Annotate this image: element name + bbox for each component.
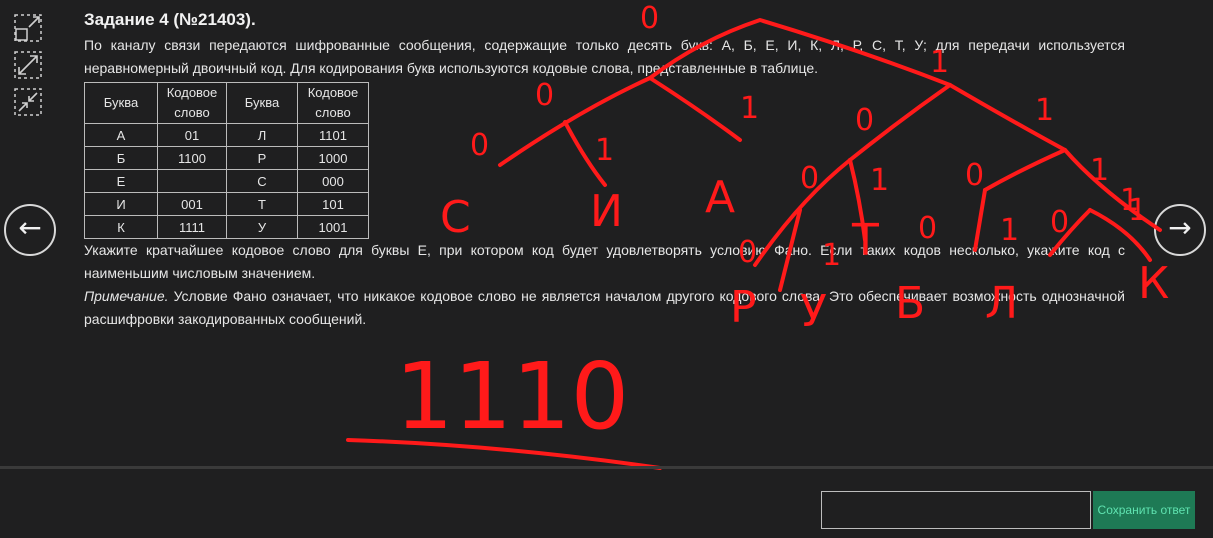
arrow-left-icon: ← xyxy=(18,211,42,244)
code-table: Буква Кодовое слово Буква Кодовое слово … xyxy=(84,82,369,239)
table-header-row: Буква Кодовое слово Буква Кодовое слово xyxy=(84,82,369,124)
resize-icon[interactable] xyxy=(14,51,42,79)
table-cell: Т xyxy=(226,192,298,216)
expand-icon[interactable] xyxy=(14,14,42,42)
table-cell: 1111 xyxy=(157,215,227,239)
handwritten-answer: 1110 xyxy=(395,343,629,450)
table-cell: К xyxy=(84,215,158,239)
footer-divider xyxy=(0,466,1213,469)
table-cell: Р xyxy=(226,146,298,170)
task-note: Примечание. Условие Фано означает, что н… xyxy=(84,285,1125,331)
table-cell: 101 xyxy=(297,192,369,216)
task-content: Задание 4 (№21403). По каналу связи пере… xyxy=(84,10,1125,331)
note-label: Примечание. xyxy=(84,288,169,304)
toolbar xyxy=(14,14,46,125)
answer-input[interactable] xyxy=(821,491,1091,529)
table-cell: 1001 xyxy=(297,215,369,239)
table-cell: 1101 xyxy=(297,123,369,147)
tree-label: 1 xyxy=(1128,193,1147,228)
arrow-right-icon: → xyxy=(1168,211,1192,244)
save-answer-button[interactable]: Сохранить ответ xyxy=(1093,491,1195,529)
table-row: А 01 Л 1101 xyxy=(84,123,369,147)
table-row: И 001 Т 101 xyxy=(84,192,369,216)
answer-underline xyxy=(346,438,662,470)
table-header: Буква xyxy=(84,82,158,124)
table-cell: 000 xyxy=(297,169,369,193)
table-cell: 01 xyxy=(157,123,227,147)
note-text: Условие Фано означает, что никакое кодов… xyxy=(84,288,1125,327)
task-title: Задание 4 (№21403). xyxy=(84,10,256,29)
task-question: Укажите кратчайшее кодовое слово для бук… xyxy=(84,242,1125,281)
table-cell: Е xyxy=(84,169,158,193)
table-cell: А xyxy=(84,123,158,147)
table-row: Б 1100 Р 1000 xyxy=(84,146,369,170)
table-cell xyxy=(157,169,227,193)
task-intro: По каналу связи передаются шифрованные с… xyxy=(84,37,1125,76)
table-header: Кодовое слово xyxy=(297,82,369,124)
previous-arrow-button[interactable]: ← xyxy=(4,204,56,256)
table-header: Буква xyxy=(226,82,298,124)
table-row: Е С 000 xyxy=(84,169,369,193)
table-header: Кодовое слово xyxy=(157,82,227,124)
next-arrow-button[interactable]: → xyxy=(1154,204,1206,256)
table-cell: 001 xyxy=(157,192,227,216)
table-cell: У xyxy=(226,215,298,239)
table-cell: Б xyxy=(84,146,158,170)
table-cell: 1000 xyxy=(297,146,369,170)
table-row: К 1111 У 1001 xyxy=(84,215,369,239)
table-cell: С xyxy=(226,169,298,193)
table-cell: 1100 xyxy=(157,146,227,170)
leaf-letter: К xyxy=(1138,258,1169,309)
collapse-icon[interactable] xyxy=(14,88,42,116)
table-cell: Л xyxy=(226,123,298,147)
table-cell: И xyxy=(84,192,158,216)
